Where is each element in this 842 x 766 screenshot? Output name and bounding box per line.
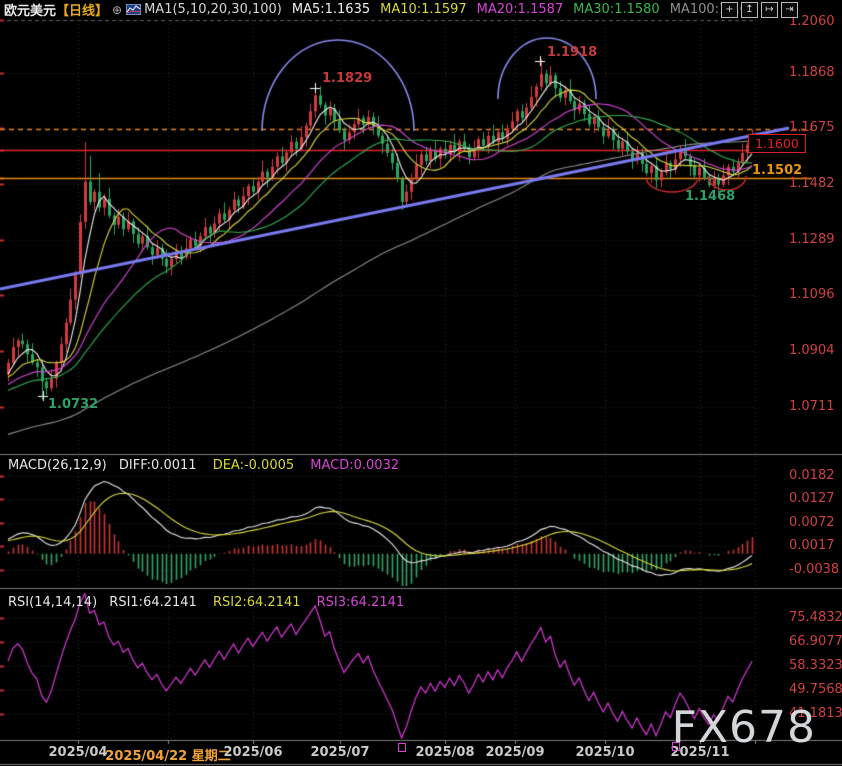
- ma20-value: MA20:1.1587: [477, 2, 564, 17]
- date-label: 2025/07: [310, 745, 369, 760]
- watermark: FX678: [672, 702, 816, 753]
- ma30-value: MA30:1.1580: [573, 2, 660, 17]
- rsi2-value: RSI2:64.2141: [213, 595, 301, 610]
- ma-settings-label: MA1(5,10,20,30,100): [144, 2, 282, 17]
- macd-axis-label: 0.0017: [789, 538, 835, 553]
- y-axis-label: 1.1868: [789, 65, 835, 80]
- date-label: 2025/10: [575, 745, 634, 760]
- level-line-label: 1.1502: [752, 163, 802, 178]
- y-axis-label: 1.0904: [789, 343, 835, 358]
- y-axis-label: 1.1289: [789, 232, 835, 247]
- header-bar: 欧元美元 【日线】 ⊕ MA1(5,10,20,30,100) MA5:1.16…: [0, 0, 842, 19]
- macd-axis-label: 0.0127: [789, 491, 835, 506]
- chart-window: 欧元美元 【日线】 ⊕ MA1(5,10,20,30,100) MA5:1.16…: [0, 0, 842, 766]
- rsi3-value: RSI3:64.2141: [317, 595, 405, 610]
- y-axis-label: 1.1096: [789, 287, 835, 302]
- symbol-name: 欧元美元: [4, 0, 56, 19]
- timeframe-label: 【日线】: [56, 0, 108, 19]
- chart-plot-area[interactable]: [0, 0, 842, 766]
- peak-annotation: 1.1829: [322, 71, 372, 86]
- low-annotation: 1.0732: [48, 397, 98, 412]
- timeline-flag-marker[interactable]: [398, 743, 406, 752]
- rsi-axis-label: 66.9077: [789, 634, 842, 649]
- rsi-axis-label: 75.4832: [789, 610, 842, 625]
- rsi-title: RSI(14,14,14): [8, 595, 97, 610]
- circle-plus-icon[interactable]: ⊕: [112, 3, 122, 17]
- rsi-axis-label: 49.7568: [789, 682, 842, 697]
- crosshair-icon[interactable]: +: [721, 2, 738, 18]
- macd-header: MACD(26,12,9) DIFF:0.0011 DEA:-0.0005 MA…: [8, 458, 399, 473]
- ma5-value: MA5:1.1635: [292, 2, 370, 17]
- macd-dea-value: DEA:-0.0005: [213, 458, 294, 473]
- y-axis-label: 1.0711: [789, 399, 835, 414]
- selected-date-label: 2025/04/22 星期二: [105, 745, 230, 764]
- scale-right-icon[interactable]: ↦: [761, 2, 778, 18]
- scale-up-icon[interactable]: ↥: [741, 2, 758, 18]
- macd-value: MACD:0.0032: [310, 458, 399, 473]
- macd-diff-value: DIFF:0.0011: [119, 458, 197, 473]
- rsi-header: RSI(14,14,14) RSI1:64.2141 RSI2:64.2141 …: [8, 595, 404, 610]
- ma10-value: MA10:1.1597: [380, 2, 467, 17]
- macd-axis-label: -0.0038: [789, 562, 839, 577]
- macd-axis-label: 0.0182: [789, 468, 835, 483]
- peak-annotation: 1.1918: [547, 45, 597, 60]
- chart-thumbnail-icon[interactable]: [126, 4, 141, 15]
- date-label: 2025/04: [48, 745, 107, 760]
- date-label: 2025/09: [485, 745, 544, 760]
- low-annotation: 1.1468: [685, 189, 735, 204]
- chart-toolbar: + ↥ ↦ ⇥: [721, 2, 798, 18]
- date-label: 2025/06: [223, 745, 282, 760]
- y-axis-label: 1.1675: [789, 120, 835, 135]
- macd-axis-label: 0.0072: [789, 515, 835, 530]
- macd-title: MACD(26,12,9): [8, 458, 107, 473]
- y-axis-label: 1.1482: [789, 176, 835, 191]
- rsi-axis-label: 58.3323: [789, 658, 842, 673]
- price-line-tag: 1.1600: [748, 134, 806, 153]
- rsi1-value: RSI1:64.2141: [109, 595, 197, 610]
- pan-right-icon[interactable]: ⇥: [781, 2, 798, 18]
- date-label: 2025/08: [415, 745, 474, 760]
